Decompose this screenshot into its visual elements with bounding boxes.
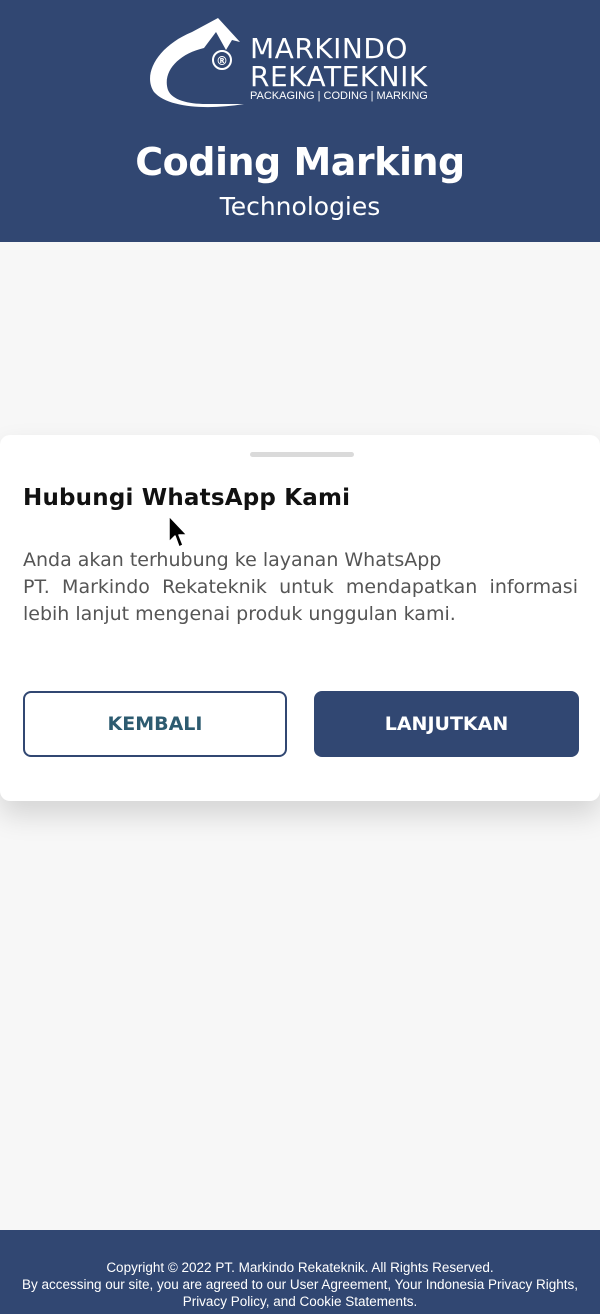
site-footer: Copyright © 2022 PT. Markindo Rekateknik… — [0, 1230, 600, 1314]
footer-agreement: By accessing our site, you are agreed to… — [21, 1277, 579, 1309]
registered-mark: ® — [216, 54, 228, 68]
brand-logo[interactable]: ® MARKINDO REKATEKNIK PACKAGING | CODING… — [148, 18, 458, 108]
dialog-message-rest: PT. Markindo Rekateknik untuk mendapatka… — [23, 576, 578, 625]
logo-tagline: PACKAGING | CODING | MARKING — [250, 90, 428, 102]
app-header: ® MARKINDO REKATEKNIK PACKAGING | CODING… — [0, 0, 600, 242]
logo-line2: REKATEKNIK — [250, 60, 428, 93]
page-title: Coding Marking — [135, 140, 465, 184]
sheet-drag-handle[interactable] — [250, 452, 354, 457]
whatsapp-dialog: Hubungi WhatsApp Kami Anda akan terhubun… — [0, 435, 600, 801]
page-subtitle: Technologies — [219, 192, 381, 221]
back-button[interactable]: KEMBALI — [23, 691, 287, 757]
footer-copyright: Copyright © 2022 PT. Markindo Rekateknik… — [106, 1260, 494, 1275]
dialog-message-line1: Anda akan terhubung ke layanan WhatsApp — [23, 549, 442, 571]
dialog-title: Hubungi WhatsApp Kami — [23, 485, 351, 511]
mouse-pointer-icon — [168, 515, 188, 548]
continue-button[interactable]: LANJUTKAN — [314, 691, 579, 757]
dialog-message: Anda akan terhubung ke layanan WhatsApp … — [23, 547, 578, 628]
logo-swoosh-icon: ® — [150, 18, 244, 108]
